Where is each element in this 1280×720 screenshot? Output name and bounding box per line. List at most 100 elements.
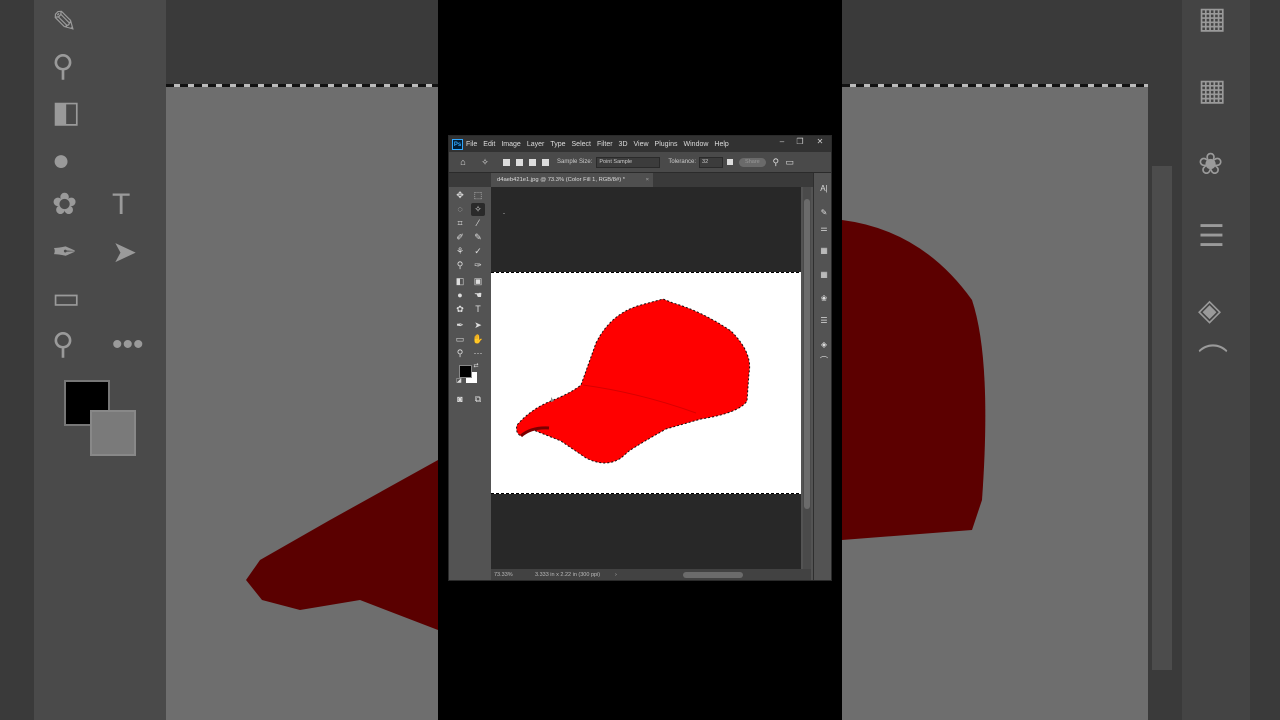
search-icon[interactable]: ⚲ [770, 156, 782, 168]
document-info[interactable]: 3.333 in x 2.22 in (300 ppi) [535, 569, 600, 580]
spot-healing-icon[interactable]: ✐ [453, 231, 467, 244]
selection-bottom-edge [491, 493, 801, 494]
menu-image[interactable]: Image [501, 141, 520, 148]
bg-adjust-icon: ☰ [1198, 220, 1225, 253]
bg-channels-icon: ❀ [1198, 148, 1224, 181]
adjustments-icon[interactable]: ☰ [817, 315, 831, 327]
more-icon[interactable]: ⋯ [471, 347, 485, 360]
status-bar: 73.33% 3.333 in x 2.22 in (300 ppi) › [491, 569, 811, 580]
horizontal-scroll-thumb[interactable] [683, 572, 743, 578]
character-icon[interactable]: A| [817, 183, 831, 195]
bg-scrollbar [1152, 166, 1172, 670]
screen-mode-icon[interactable]: ⧉ [471, 393, 485, 406]
background-zoom-right: ▦ ▦ ❀ ☰ ◈ ⌒ [842, 0, 1280, 720]
menu-select[interactable]: Select [572, 141, 591, 148]
stamp-icon[interactable]: ⚲ [453, 259, 467, 272]
document-tab[interactable]: d4aeb421e1.jpg @ 73.3% (Color Fill 1, RG… [491, 173, 653, 187]
document-tab-bar: d4aeb421e1.jpg @ 73.3% (Color Fill 1, RG… [449, 173, 831, 187]
lasso-icon[interactable]: ◌ [453, 203, 467, 216]
paths-icon[interactable]: ⌒ [817, 355, 831, 367]
sample-size-select[interactable]: Point Sample [596, 156, 661, 168]
quick-mask-icon[interactable]: ◙ [453, 393, 467, 406]
document-tab-title: d4aeb421e1.jpg @ 73.3% (Color Fill 1, RG… [497, 177, 626, 183]
anti-alias-checkbox[interactable] [727, 159, 734, 165]
bg-cap-brim [246, 460, 438, 630]
subtract-selection-icon[interactable] [529, 158, 536, 166]
bg-cap-crown [842, 220, 986, 540]
selection-top-edge [491, 272, 801, 273]
restore-button[interactable]: ❐ [789, 136, 811, 150]
zoom-icon[interactable]: ⚲ [453, 347, 467, 360]
bg-grid-icon: ▦ [1198, 2, 1227, 35]
menu-file[interactable]: File [466, 141, 477, 148]
magic-wand-icon[interactable]: ✧ [471, 203, 485, 216]
right-panel-strip: A| ✎ ⚌ ▦ ▦ ❀ ☰ ◈ ⌒ [813, 173, 831, 580]
menu-plugins[interactable]: Plugins [655, 141, 678, 148]
add-selection-icon[interactable] [516, 158, 523, 166]
tolerance-input[interactable]: 32 [699, 156, 724, 168]
menu-3d[interactable]: 3D [619, 141, 628, 148]
eyedropper-icon[interactable]: ⁄ [471, 217, 485, 230]
stray-pixel [503, 213, 505, 214]
table-icon[interactable]: ▦ [817, 269, 831, 281]
rectangle-icon[interactable]: ▭ [453, 333, 467, 346]
default-colors-icon[interactable]: ◪ [455, 377, 463, 385]
background-zoom-left: ✎ ⚲ ◧ ● ✿ ✒ ▭ ⚲ T ➤ ••• [0, 0, 438, 720]
channels-icon[interactable]: ❀ [817, 293, 831, 305]
clone-stamp-icon[interactable]: ⚘ [453, 245, 467, 258]
image-canvas[interactable] [491, 273, 801, 493]
close-button[interactable]: ✕ [809, 136, 831, 150]
tolerance-label: Tolerance: [668, 159, 697, 165]
smudge-icon[interactable]: ☚ [471, 289, 485, 302]
new-selection-icon[interactable] [503, 158, 510, 166]
properties-icon[interactable]: ⚌ [817, 223, 831, 235]
cap-image [516, 298, 751, 464]
blur-icon[interactable]: ● [453, 289, 467, 302]
menu-help[interactable]: Help [714, 141, 728, 148]
menu-layer[interactable]: Layer [527, 141, 545, 148]
menu-bar: Ps File Edit Image Layer Type Select Fil… [449, 136, 831, 152]
bg-paths-icon: ⌒ [1198, 344, 1228, 377]
vertical-scroll-thumb[interactable] [804, 199, 810, 509]
swap-colors-icon[interactable]: ⇄ [472, 362, 480, 370]
options-bar: ⌂ ✧ Sample Size: Point Sample Tolerance:… [449, 152, 831, 173]
ps-logo: Ps [452, 138, 463, 150]
type-icon[interactable]: T [471, 303, 485, 316]
pen-icon[interactable]: ✒ [453, 319, 467, 332]
grid-icon[interactable]: ▦ [817, 245, 831, 257]
sample-size-label: Sample Size: [557, 159, 593, 165]
status-chevron-icon[interactable]: › [615, 569, 617, 580]
crop-icon[interactable]: ⌗ [453, 217, 467, 230]
close-tab-icon[interactable]: × [646, 173, 649, 187]
photoshop-window: Ps File Edit Image Layer Type Select Fil… [448, 135, 832, 581]
menu-view[interactable]: View [634, 141, 649, 148]
vertical-scrollbar[interactable] [803, 187, 811, 569]
menu-edit[interactable]: Edit [483, 141, 495, 148]
foreground-color[interactable] [459, 365, 472, 378]
menu-type[interactable]: Type [550, 141, 565, 148]
history-brush-icon[interactable]: ✓ [471, 245, 485, 258]
bg-table-icon: ▦ [1198, 74, 1227, 107]
workspace-icon[interactable]: ▭ [784, 156, 796, 168]
brush-settings-icon[interactable]: ✎ [817, 207, 831, 219]
move-icon[interactable]: ✥ [453, 189, 467, 202]
layers-icon[interactable]: ◈ [817, 339, 831, 351]
home-icon[interactable]: ⌂ [457, 156, 469, 168]
magic-wand-preset-icon[interactable]: ✧ [479, 156, 491, 168]
dodge-icon[interactable]: ✿ [453, 303, 467, 316]
zoom-level[interactable]: 73.33% [494, 569, 513, 580]
menu-window[interactable]: Window [684, 141, 709, 148]
hand-icon[interactable]: ✋ [471, 333, 485, 346]
bg-layers-icon: ◈ [1198, 294, 1222, 327]
marquee-icon[interactable]: ⬚ [471, 189, 485, 202]
art-history-icon[interactable]: ✑ [471, 259, 485, 272]
menu-filter[interactable]: Filter [597, 141, 613, 148]
intersect-selection-icon[interactable] [542, 158, 549, 166]
document-canvas-area[interactable] [491, 187, 801, 569]
eraser-icon[interactable]: ◧ [453, 275, 467, 288]
gradient-icon[interactable]: ▣ [471, 275, 485, 288]
path-select-icon[interactable]: ➤ [471, 319, 485, 332]
share-button[interactable]: Share [739, 157, 766, 167]
tools-panel: ✥ ⬚ ◌ ✧ ⌗ ⁄ ✐ ✎ ⚘ ✓ ⚲ ✑ ◧ ▣ ● ☚ ✿ T ✒ ➤ … [451, 187, 487, 579]
brush-icon[interactable]: ✎ [471, 231, 485, 244]
